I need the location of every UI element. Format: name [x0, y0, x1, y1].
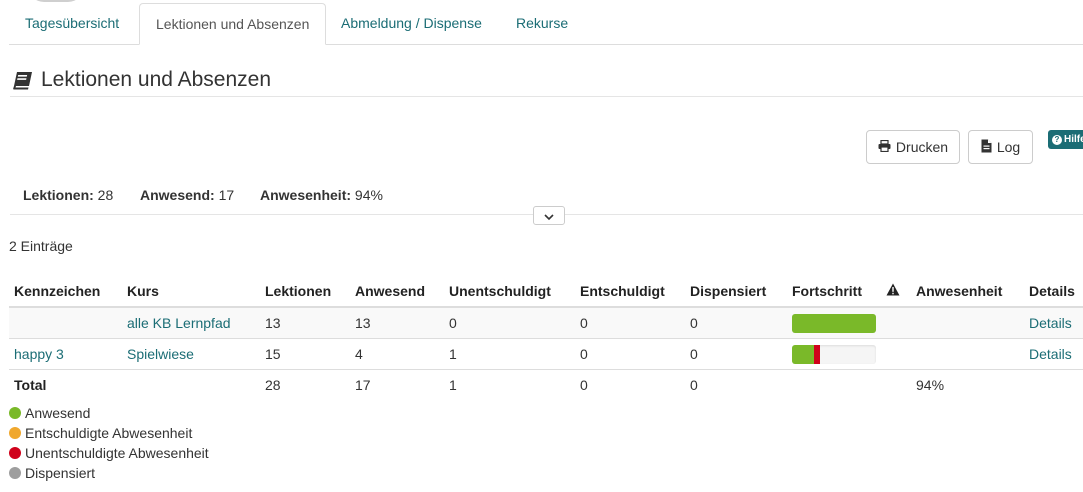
total-unentschuldigt: 1 [449, 377, 457, 393]
header-anwesenheit[interactable]: Anwesenheit [911, 275, 1024, 308]
progress-unexcused [814, 344, 821, 364]
print-button-label: Drucken [895, 139, 949, 155]
header-lektionen[interactable]: Lektionen [260, 275, 350, 308]
legend-dot [9, 447, 21, 459]
log-button-label: Log [996, 139, 1021, 155]
cell-entschuldigt: 0 [575, 338, 685, 370]
table-total-row: Total 28 17 1 0 0 94% [9, 370, 1083, 401]
cell-anwesend: 13 [350, 307, 444, 339]
legend-label: Unentschuldigte Abwesenheit [25, 445, 209, 461]
kennzeichen-link[interactable]: happy 3 [14, 346, 64, 362]
table-header-row: Kennzeichen Kurs Lektionen Anwesend Unen… [9, 275, 1083, 308]
header-dispensiert[interactable]: Dispensiert [685, 275, 787, 308]
header-fortschritt[interactable]: Fortschritt [787, 275, 881, 308]
legend-item: Anwesend [9, 403, 209, 423]
summary-lessons-label: Lektionen: [23, 187, 94, 203]
total-details [1024, 370, 1083, 401]
legend-label: Dispensiert [25, 465, 96, 481]
total-entschuldigt: 0 [580, 377, 588, 393]
course-link[interactable]: alle KB Lernpfad [127, 315, 231, 331]
table-row: alle KB Lernpfad 13 13 0 0 0 Details [9, 307, 1083, 339]
legend-item: Unentschuldigte Abwesenheit [9, 443, 209, 463]
summary-present-value: 17 [218, 187, 235, 203]
legend-label: Anwesend [25, 405, 91, 421]
summary-lessons: Lektionen: 28 [23, 187, 113, 203]
progress-bar [792, 344, 876, 364]
cell-lektionen: 15 [260, 338, 350, 370]
summary-attendance-label: Anwesenheit: [260, 187, 352, 203]
page-title: Lektionen und Absenzen [41, 68, 272, 91]
tab-abmeldung-dispense[interactable]: Abmeldung / Dispense [325, 3, 498, 44]
total-dispensiert: 0 [690, 377, 698, 393]
total-anwesenheit: 94% [916, 377, 945, 393]
header-anwesend[interactable]: Anwesend [350, 275, 444, 308]
cell-dispensiert: 0 [685, 307, 787, 339]
book-icon [12, 71, 34, 93]
collapse-toggle[interactable] [533, 206, 565, 225]
log-button[interactable]: Log [968, 130, 1033, 164]
header-unentschuldigt[interactable]: Unentschuldigt [444, 275, 575, 308]
tab-lektionen-und-absenzen[interactable]: Lektionen und Absenzen [139, 3, 327, 45]
table-row: happy 3 Spielwiese 15 4 1 0 0 Details [9, 338, 1083, 370]
help-icon: ? [1052, 134, 1062, 145]
cell-kennzeichen [9, 307, 122, 339]
progress-present [792, 344, 815, 364]
summary-attendance-value: 94% [354, 187, 383, 203]
legend-dot [9, 467, 21, 479]
total-lektionen: 28 [265, 377, 281, 393]
progress-present [792, 313, 876, 333]
total-label: Total [14, 377, 47, 393]
header-kennzeichen[interactable]: Kennzeichen [9, 275, 122, 308]
legend-dot [9, 407, 21, 419]
header-kurs[interactable]: Kurs [122, 275, 260, 308]
help-label: Hilfe [1064, 134, 1083, 145]
cell-lektionen: 13 [260, 307, 350, 339]
total-warning [881, 370, 911, 401]
header-warning [881, 275, 911, 308]
progress-bar [792, 313, 876, 333]
entries-count: 2 Einträge [9, 238, 73, 254]
legend-item: Entschuldigte Abwesenheit [9, 423, 209, 443]
cell-anwesend: 4 [350, 338, 444, 370]
total-fortschritt [787, 370, 881, 401]
tab-tagesuebersicht[interactable]: Tagesübersicht [9, 3, 135, 44]
page-header: Lektionen und Absenzen [10, 64, 1083, 97]
cell-anwesenheit [911, 338, 1024, 370]
legend-dot [9, 427, 21, 439]
warning-icon [886, 283, 900, 299]
lessons-table: Kennzeichen Kurs Lektionen Anwesend Unen… [9, 275, 1083, 400]
cell-warning [881, 338, 911, 370]
summary-attendance: Anwesenheit: 94% [260, 187, 383, 203]
header-details: Details [1024, 275, 1083, 308]
legend-label: Entschuldigte Abwesenheit [25, 425, 193, 441]
tab-bar: Tagesübersicht Lektionen und Absenzen Ab… [9, 0, 1083, 45]
details-link[interactable]: Details [1029, 346, 1072, 362]
legend: Anwesend Entschuldigte Abwesenheit Unent… [9, 403, 209, 483]
cell-dispensiert: 0 [685, 338, 787, 370]
cell-warning [881, 307, 911, 339]
summary-present-label: Anwesend: [140, 187, 215, 203]
legend-item: Dispensiert [9, 463, 209, 483]
print-button[interactable]: Drucken [866, 130, 960, 164]
cell-anwesenheit [911, 307, 1024, 339]
tab-rekurse[interactable]: Rekurse [500, 3, 584, 44]
course-link[interactable]: Spielwiese [127, 346, 194, 362]
print-icon [878, 139, 891, 155]
summary-present: Anwesend: 17 [140, 187, 234, 203]
details-link[interactable]: Details [1029, 315, 1072, 331]
file-icon [981, 139, 992, 156]
chevron-down-icon [544, 208, 554, 224]
help-button[interactable]: ? Hilfe [1048, 130, 1083, 149]
cell-entschuldigt: 0 [575, 307, 685, 339]
cell-unentschuldigt: 1 [444, 338, 575, 370]
total-kurs [122, 370, 260, 401]
summary-lessons-value: 28 [97, 187, 114, 203]
cell-unentschuldigt: 0 [444, 307, 575, 339]
total-anwesend: 17 [355, 377, 371, 393]
header-entschuldigt[interactable]: Entschuldigt [575, 275, 685, 308]
